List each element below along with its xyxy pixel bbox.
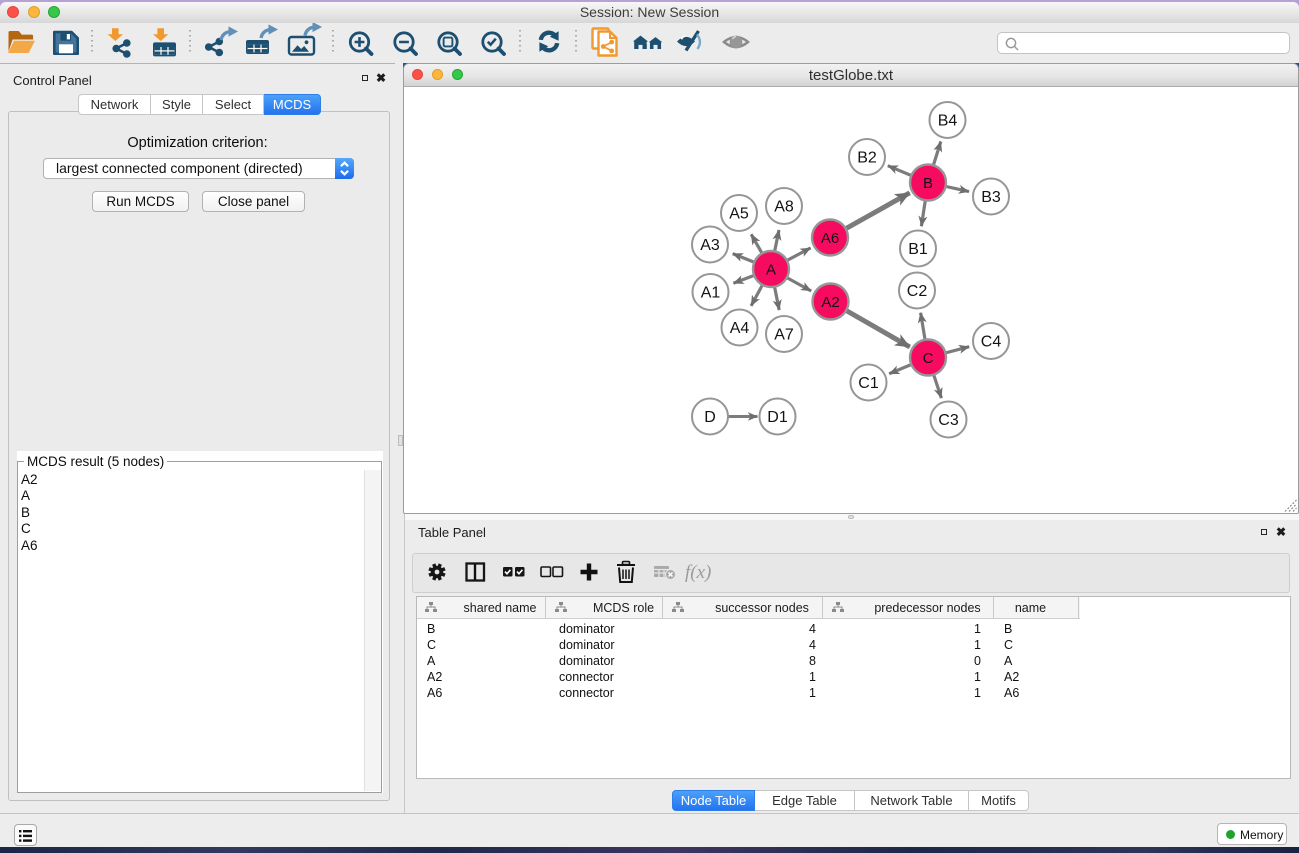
svg-text:f(x): f(x) — [685, 562, 711, 583]
svg-text:C2: C2 — [907, 283, 928, 300]
svg-text:A: A — [766, 261, 776, 278]
svg-text:A6: A6 — [821, 230, 839, 247]
svg-text:C: C — [923, 350, 934, 367]
svg-text:D: D — [704, 409, 716, 426]
svg-text:B4: B4 — [938, 113, 958, 130]
svg-text:A4: A4 — [730, 320, 750, 337]
svg-text:B2: B2 — [857, 150, 877, 167]
svg-text:A8: A8 — [774, 199, 794, 216]
svg-text:A5: A5 — [729, 206, 749, 223]
svg-text:A2: A2 — [821, 294, 839, 311]
svg-text:B: B — [923, 175, 933, 192]
svg-text:C3: C3 — [938, 412, 959, 429]
svg-text:C1: C1 — [858, 375, 879, 392]
svg-text:A3: A3 — [700, 237, 720, 254]
svg-text:C4: C4 — [981, 334, 1002, 351]
svg-text:D1: D1 — [767, 409, 788, 426]
svg-text:A7: A7 — [774, 327, 794, 344]
svg-text:B3: B3 — [981, 189, 1001, 206]
svg-text:A1: A1 — [701, 285, 721, 302]
svg-text:B1: B1 — [908, 241, 928, 258]
